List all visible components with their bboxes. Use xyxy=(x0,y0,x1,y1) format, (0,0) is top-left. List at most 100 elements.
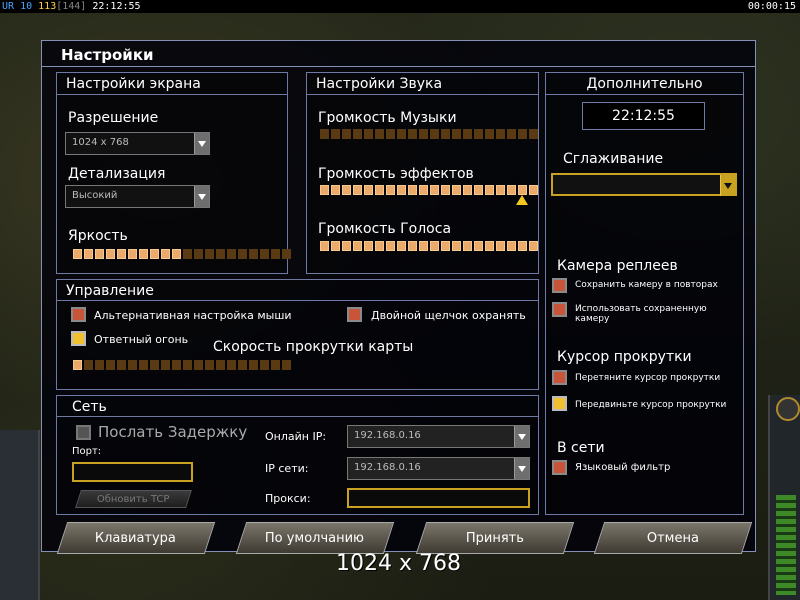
slider-segment[interactable] xyxy=(128,360,137,370)
slider-segment[interactable] xyxy=(463,241,472,251)
slider-segment[interactable] xyxy=(161,249,170,259)
slider-segment[interactable] xyxy=(84,360,93,370)
detail-select[interactable]: Высокий xyxy=(65,185,210,208)
slider-segment[interactable] xyxy=(331,129,340,139)
scroll-speed-slider[interactable] xyxy=(73,360,291,370)
resolution-select[interactable]: 1024 x 768 xyxy=(65,132,210,155)
slider-segment[interactable] xyxy=(84,249,93,259)
slider-segment[interactable] xyxy=(161,360,170,370)
brightness-slider[interactable] xyxy=(73,249,291,259)
slider-segment[interactable] xyxy=(227,360,236,370)
slider-segment[interactable] xyxy=(452,185,461,195)
slider-segment[interactable] xyxy=(260,360,269,370)
slider-segment[interactable] xyxy=(249,249,258,259)
slider-segment[interactable] xyxy=(364,129,373,139)
slider-segment[interactable] xyxy=(353,241,362,251)
slider-segment[interactable] xyxy=(397,185,406,195)
use-saved-camera-checkbox[interactable] xyxy=(552,302,567,317)
slider-segment[interactable] xyxy=(342,185,351,195)
return-fire-checkbox[interactable] xyxy=(71,331,86,346)
slider-segment[interactable] xyxy=(353,185,362,195)
drag-cursor-checkbox[interactable] xyxy=(552,370,567,385)
slider-segment[interactable] xyxy=(518,129,527,139)
send-delay-checkbox[interactable] xyxy=(76,425,91,440)
chevron-down-icon[interactable] xyxy=(514,458,529,479)
slider-segment[interactable] xyxy=(518,185,527,195)
slider-segment[interactable] xyxy=(408,241,417,251)
slider-segment[interactable] xyxy=(364,241,373,251)
apply-button[interactable]: Принять xyxy=(415,522,575,554)
proxy-input[interactable] xyxy=(347,488,530,508)
slider-segment[interactable] xyxy=(271,360,280,370)
slider-segment[interactable] xyxy=(375,185,384,195)
slider-segment[interactable] xyxy=(238,249,247,259)
voice-volume-slider[interactable] xyxy=(320,241,538,251)
slider-segment[interactable] xyxy=(386,129,395,139)
slider-segment[interactable] xyxy=(430,241,439,251)
slider-segment[interactable] xyxy=(172,249,181,259)
slider-segment[interactable] xyxy=(419,129,428,139)
effects-volume-slider[interactable] xyxy=(320,185,538,195)
slider-segment[interactable] xyxy=(441,185,450,195)
lan-ip-select[interactable]: 192.168.0.16 xyxy=(347,457,530,480)
cancel-button[interactable]: Отмена xyxy=(593,522,753,554)
slider-segment[interactable] xyxy=(408,185,417,195)
alt-mouse-checkbox[interactable] xyxy=(71,307,86,322)
slider-segment[interactable] xyxy=(342,129,351,139)
slider-segment[interactable] xyxy=(507,129,516,139)
slider-segment[interactable] xyxy=(529,129,538,139)
slider-segment[interactable] xyxy=(419,185,428,195)
slider-segment[interactable] xyxy=(139,249,148,259)
save-camera-checkbox[interactable] xyxy=(552,278,567,293)
slider-segment[interactable] xyxy=(331,241,340,251)
slider-segment[interactable] xyxy=(430,129,439,139)
slider-segment[interactable] xyxy=(117,360,126,370)
slider-handle-icon[interactable] xyxy=(516,195,528,205)
slider-segment[interactable] xyxy=(496,129,505,139)
slider-segment[interactable] xyxy=(507,241,516,251)
slider-segment[interactable] xyxy=(73,360,82,370)
slider-segment[interactable] xyxy=(419,241,428,251)
slider-segment[interactable] xyxy=(106,360,115,370)
slider-segment[interactable] xyxy=(463,129,472,139)
slider-segment[interactable] xyxy=(282,360,291,370)
slider-segment[interactable] xyxy=(430,185,439,195)
defaults-button[interactable]: По умолчанию xyxy=(235,522,395,554)
slider-segment[interactable] xyxy=(507,185,516,195)
slider-segment[interactable] xyxy=(529,241,538,251)
slider-segment[interactable] xyxy=(496,185,505,195)
slider-segment[interactable] xyxy=(172,360,181,370)
slider-segment[interactable] xyxy=(128,249,137,259)
slider-segment[interactable] xyxy=(529,185,538,195)
music-volume-slider[interactable] xyxy=(320,129,538,139)
language-filter-checkbox[interactable] xyxy=(552,460,567,475)
slider-segment[interactable] xyxy=(150,249,159,259)
online-ip-select[interactable]: 192.168.0.16 xyxy=(347,425,530,448)
port-input[interactable] xyxy=(72,462,193,482)
slider-segment[interactable] xyxy=(320,241,329,251)
slider-segment[interactable] xyxy=(474,185,483,195)
slider-segment[interactable] xyxy=(320,185,329,195)
slider-segment[interactable] xyxy=(474,129,483,139)
slider-segment[interactable] xyxy=(95,249,104,259)
slider-segment[interactable] xyxy=(518,241,527,251)
slider-segment[interactable] xyxy=(320,129,329,139)
slider-segment[interactable] xyxy=(95,360,104,370)
slider-segment[interactable] xyxy=(282,249,291,259)
refresh-tcp-button[interactable]: Обновить TCP xyxy=(75,490,192,508)
slider-segment[interactable] xyxy=(397,241,406,251)
slider-segment[interactable] xyxy=(485,129,494,139)
chevron-down-icon[interactable] xyxy=(194,186,209,207)
slider-segment[interactable] xyxy=(441,129,450,139)
chevron-down-icon[interactable] xyxy=(194,133,209,154)
slider-segment[interactable] xyxy=(474,241,483,251)
slider-segment[interactable] xyxy=(106,249,115,259)
slider-segment[interactable] xyxy=(386,185,395,195)
antialias-select[interactable] xyxy=(551,173,737,196)
slider-segment[interactable] xyxy=(150,360,159,370)
keyboard-button[interactable]: Клавиатура xyxy=(56,522,216,554)
slider-segment[interactable] xyxy=(216,360,225,370)
double-click-checkbox[interactable] xyxy=(347,307,362,322)
slider-segment[interactable] xyxy=(73,249,82,259)
slider-segment[interactable] xyxy=(249,360,258,370)
